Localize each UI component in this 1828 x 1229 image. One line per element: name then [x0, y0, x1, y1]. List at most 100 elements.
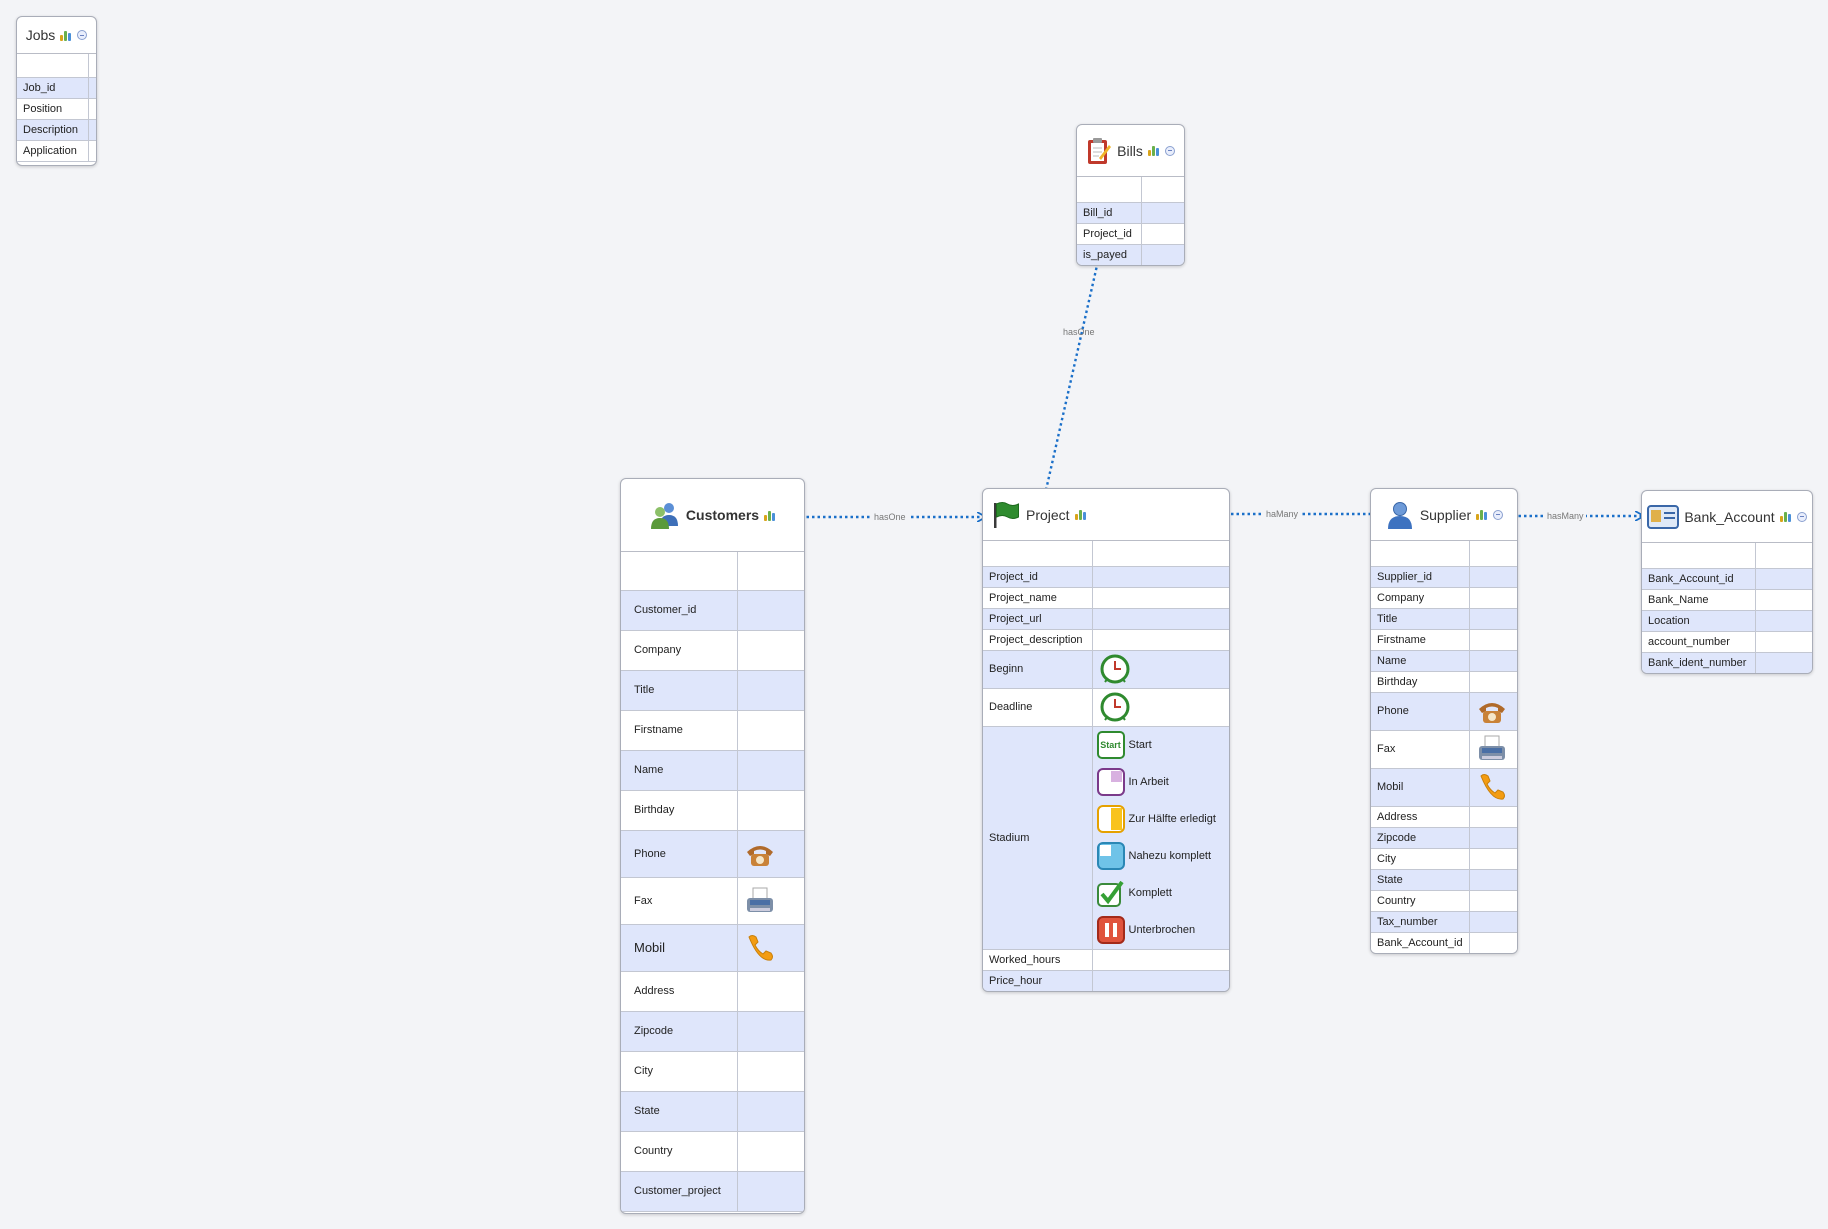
supplier-table[interactable]: Supplier Supplier_id Company Title First… — [1370, 488, 1518, 954]
table-title: Project — [1026, 506, 1070, 523]
field-name: Phone — [621, 829, 738, 878]
stadium-option-label: Nahezu komplett — [1128, 850, 1212, 862]
table-row[interactable]: Address — [1371, 805, 1517, 828]
field-name: Bank_Account_id — [1642, 567, 1756, 590]
chart-icon[interactable] — [1074, 509, 1087, 520]
bank-account-table[interactable]: Bank_Account Bank_Account_id Bank_Name L… — [1641, 490, 1813, 674]
collapse-icon[interactable] — [1796, 511, 1807, 522]
table-row[interactable]: City — [1371, 847, 1517, 870]
collapse-icon[interactable] — [1493, 509, 1504, 520]
table-row[interactable]: Zipcode — [1371, 826, 1517, 849]
field-name: is_payed — [1077, 243, 1142, 265]
table-row[interactable]: Title — [1371, 607, 1517, 630]
table-row[interactable]: Project_url — [983, 607, 1229, 630]
table-row[interactable]: State — [1371, 868, 1517, 891]
table-row[interactable]: Name — [1371, 649, 1517, 672]
chart-icon[interactable] — [1147, 145, 1160, 156]
table-row[interactable]: Phone — [1371, 691, 1517, 731]
chart-icon[interactable] — [1779, 511, 1792, 522]
jobs-table-header[interactable]: Jobs — [17, 17, 96, 54]
table-row[interactable]: State — [621, 1090, 804, 1132]
table-row[interactable]: Firstname — [1371, 628, 1517, 651]
project-table-header[interactable]: Project — [983, 489, 1229, 541]
field-name: Title — [621, 669, 738, 711]
table-row[interactable]: Country — [621, 1130, 804, 1172]
table-row[interactable]: Name — [621, 749, 804, 791]
table-row[interactable]: Project_id — [1077, 222, 1184, 245]
customers-table[interactable]: Customers Customer_id Company Title Firs… — [620, 478, 805, 1214]
table-row[interactable]: Phone — [621, 829, 804, 878]
jobs-table[interactable]: Jobs Job_id Position Description Applica… — [16, 16, 97, 166]
table-row[interactable]: Zipcode — [621, 1010, 804, 1052]
stadium-option[interactable]: Unterbrochen — [1096, 912, 1224, 949]
field-name: Zipcode — [1371, 826, 1470, 849]
stadium-option[interactable]: Zur Hälfte erledigt — [1096, 801, 1224, 838]
table-row[interactable]: Customer_project — [621, 1170, 804, 1212]
table-row[interactable]: Deadline — [983, 687, 1229, 727]
table-row[interactable]: account_number — [1642, 630, 1812, 653]
table-row[interactable]: Bank_Account_id — [1371, 931, 1517, 953]
stadium-option[interactable]: In Arbeit — [1096, 764, 1224, 801]
table-row[interactable]: Bank_Name — [1642, 588, 1812, 611]
pause-icon — [1096, 916, 1125, 944]
field-name: Project_name — [983, 586, 1093, 609]
table-row[interactable]: Stadium Start Start In Arbeit Zur Hälfte… — [983, 725, 1229, 950]
table-row[interactable]: Bank_Account_id — [1642, 567, 1812, 590]
field-name: Company — [1371, 586, 1470, 609]
field-name: Location — [1642, 609, 1756, 632]
table-row[interactable]: Company — [1371, 586, 1517, 609]
field-name: Application — [17, 139, 89, 162]
table-row[interactable]: Bill_id — [1077, 201, 1184, 224]
table-row[interactable]: Bank_ident_number — [1642, 651, 1812, 673]
chart-icon[interactable] — [764, 510, 776, 521]
table-row[interactable]: City — [621, 1050, 804, 1092]
table-row[interactable]: Tax_number — [1371, 910, 1517, 933]
table-row[interactable]: Firstname — [621, 709, 804, 751]
table-row[interactable]: Company — [621, 629, 804, 671]
table-row[interactable]: Worked_hours — [983, 948, 1229, 971]
table-row[interactable]: Mobil — [621, 923, 804, 972]
table-row[interactable]: Address — [621, 970, 804, 1012]
stadium-option[interactable]: Nahezu komplett — [1096, 838, 1224, 875]
bank-account-table-header[interactable]: Bank_Account — [1642, 491, 1812, 543]
table-row[interactable]: Application — [17, 139, 96, 162]
field-name: Project_url — [983, 607, 1093, 630]
table-row[interactable]: Title — [621, 669, 804, 711]
table-row[interactable]: Beginn — [983, 649, 1229, 689]
table-row[interactable]: Country — [1371, 889, 1517, 912]
table-row[interactable]: Price_hour — [983, 969, 1229, 991]
field-name: Project_id — [983, 565, 1093, 588]
table-row[interactable]: Description — [17, 118, 96, 141]
table-row[interactable]: Project_name — [983, 586, 1229, 609]
table-row[interactable]: Supplier_id — [1371, 565, 1517, 588]
field-name: Fax — [621, 876, 738, 925]
table-row[interactable]: Birthday — [621, 789, 804, 831]
table-row[interactable]: Location — [1642, 609, 1812, 632]
table-row[interactable]: Project_id — [983, 565, 1229, 588]
table-row[interactable]: Customer_id — [621, 589, 804, 631]
field-name: Customer_project — [621, 1170, 738, 1212]
bills-table[interactable]: Bills Bill_id Project_id is_payed — [1076, 124, 1185, 266]
table-row[interactable]: Fax — [621, 876, 804, 925]
stadium-option[interactable]: Start Start — [1096, 727, 1224, 764]
collapse-icon[interactable] — [77, 30, 88, 40]
table-row[interactable]: Project_description — [983, 628, 1229, 651]
table-row[interactable]: Mobil — [1371, 767, 1517, 807]
table-row[interactable]: Position — [17, 97, 96, 120]
chart-icon[interactable] — [60, 30, 72, 41]
field-name: Mobil — [621, 923, 738, 972]
table-row[interactable]: is_payed — [1077, 243, 1184, 265]
customers-table-header[interactable]: Customers — [621, 479, 804, 552]
half-done-icon — [1096, 805, 1125, 833]
table-row[interactable]: Fax — [1371, 729, 1517, 769]
supplier-table-header[interactable]: Supplier — [1371, 489, 1517, 541]
bills-table-header[interactable]: Bills — [1077, 125, 1184, 177]
in-progress-icon — [1096, 768, 1125, 796]
stadium-option[interactable]: Komplett — [1096, 875, 1224, 912]
relation-label: haMany — [1264, 509, 1301, 519]
chart-icon[interactable] — [1476, 509, 1488, 520]
table-row[interactable]: Birthday — [1371, 670, 1517, 693]
table-row[interactable]: Job_id — [17, 76, 96, 99]
collapse-icon[interactable] — [1164, 145, 1175, 156]
project-table[interactable]: Project Project_id Project_name Project_… — [982, 488, 1230, 992]
